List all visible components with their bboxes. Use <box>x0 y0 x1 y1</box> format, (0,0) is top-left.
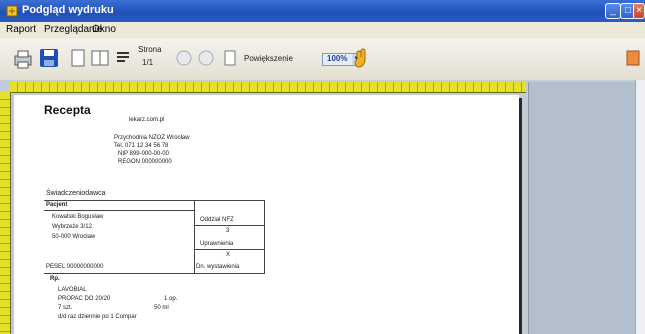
right-cell: Uprawnienia <box>200 241 234 247</box>
page-icon[interactable] <box>68 48 88 68</box>
rx-line: d/d raz dziennie po 1 Compar <box>58 314 137 320</box>
text-icon[interactable] <box>114 48 132 68</box>
divider <box>44 200 264 201</box>
print-icon[interactable] <box>12 48 34 70</box>
divider <box>194 225 264 226</box>
rx-line-right: 50 ml <box>154 305 169 311</box>
patient-line: Wybrzeże 3/12 <box>52 224 92 230</box>
rx-line: PROPAC DO 20/20 <box>58 296 111 302</box>
rx-line-right: 1 op. <box>164 296 178 302</box>
divider <box>44 273 265 274</box>
menu-okno[interactable]: Okno <box>92 24 116 35</box>
document-icon[interactable] <box>222 49 238 67</box>
right-cell: Oddział NFZ <box>200 217 234 223</box>
receipt-title: Recepta <box>44 103 91 117</box>
save-icon[interactable] <box>38 47 60 69</box>
title-bar: Podgląd wydruku _ □ × <box>0 0 645 22</box>
back-icon[interactable] <box>174 49 194 67</box>
rx-line: 7 szt. <box>58 305 73 311</box>
receipt-header-line: lekarz.com.pl <box>129 117 165 123</box>
minimize-button[interactable]: _ <box>605 3 621 19</box>
address-line: Przychodnia NZOZ Wrocław <box>114 135 190 141</box>
zoom-value: 100% <box>327 54 348 63</box>
app-icon <box>6 5 18 17</box>
vertical-scrollbar[interactable] <box>635 80 645 334</box>
menu-raport[interactable]: Raport <box>6 24 36 35</box>
pesel-line: PESEL 00000000000 <box>46 264 104 270</box>
right-cell: 3 <box>226 228 230 234</box>
patient-line: 50-000 Wrocław <box>52 234 96 240</box>
hand-icon[interactable] <box>352 47 372 69</box>
horizontal-ruler <box>10 82 526 93</box>
toolbar: Strona 1/1 Powiększenie 100% ▼ <box>0 38 645 81</box>
forward-icon[interactable] <box>196 49 216 67</box>
rx-line: LAVOBIAL <box>58 287 87 293</box>
page-label: Strona <box>138 45 162 54</box>
menu-bar: Raport Przeglądanie Okno <box>0 22 645 38</box>
right-cell: Dn. wystawienia <box>196 264 240 270</box>
vertical-ruler <box>0 92 11 334</box>
printed-page: Recepta lekarz.com.pl Przychodnia NZOZ W… <box>14 95 519 334</box>
divider <box>194 200 195 274</box>
two-pages-icon[interactable] <box>90 48 110 68</box>
page-value: 1/1 <box>142 58 154 67</box>
patient-section-label: Świadczeniodawca <box>46 190 106 197</box>
patient-label: Pacjent <box>46 202 68 208</box>
address-line: NIP 899-000-00-00 <box>118 151 169 157</box>
right-cell: X <box>226 252 231 258</box>
divider <box>44 210 194 211</box>
rp-label: Rp. <box>50 276 60 282</box>
side-panel <box>528 82 636 334</box>
window-title: Podgląd wydruku <box>22 4 114 16</box>
exit-icon[interactable] <box>626 50 640 66</box>
divider <box>194 249 264 250</box>
zoom-label: Powiększenie <box>244 54 293 63</box>
divider <box>264 200 265 274</box>
patient-line: Kowalski Bogusław <box>52 214 104 220</box>
address-line: Tel. 071 12 34 56 78 <box>114 143 169 149</box>
address-line: REGON 000000000 <box>118 159 172 165</box>
close-button[interactable]: × <box>633 3 645 19</box>
